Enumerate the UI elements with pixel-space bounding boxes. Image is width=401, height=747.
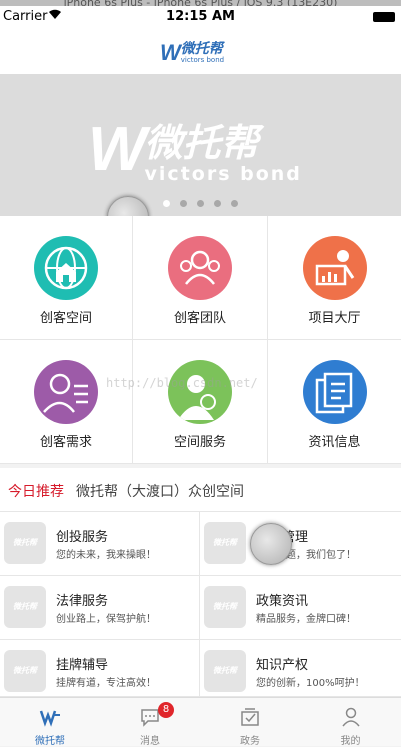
grid-item-project-hall[interactable]: 项目大厅	[268, 216, 401, 340]
service-name: 政策资讯	[256, 594, 309, 609]
tab-messages[interactable]: 8 消息	[100, 698, 200, 747]
app-logo: W 微托帮 victors bond	[160, 40, 224, 66]
service-desc: 您的未来，我来操眼！	[56, 550, 156, 561]
page-dot[interactable]	[163, 200, 170, 207]
grid-item-maker-team[interactable]: 创客团队	[133, 216, 268, 340]
nav-bar: W 微托帮 victors bond	[0, 28, 401, 74]
service-desc: 您的创新，100%呵护！	[256, 678, 365, 689]
service-desc: 挂牌有道，专注高效！	[56, 678, 156, 689]
service-item[interactable]: 微托帮 挂牌辅导 挂牌有道，专注高效！	[0, 640, 200, 697]
page-dot[interactable]	[180, 200, 187, 207]
message-badge: 8	[158, 702, 174, 718]
banner-w-mark: W	[88, 115, 146, 184]
logo-w-mark: W	[160, 40, 181, 65]
recommend-bar[interactable]: 今日推荐 微托帮（大渡口）众创空间	[0, 468, 401, 512]
grid-item-label: 项目大厅	[308, 311, 361, 326]
feature-grid: 创客空间 创客团队 项目大厅 创客需求 空间服务 资讯信息	[0, 216, 401, 464]
banner-logo: W 微托帮 victors bond	[88, 115, 302, 185]
service-item[interactable]: 微托帮 政策资讯 精品服务，金牌口碑！	[200, 576, 401, 640]
recommend-title: 微托帮（大渡口）众创空间	[76, 484, 244, 500]
grid-item-maker-needs[interactable]: 创客需求	[0, 340, 133, 464]
service-thumb: 微托帮	[204, 586, 246, 628]
grid-item-label: 空间服务	[173, 435, 226, 450]
page-dot[interactable]	[214, 200, 221, 207]
tab-bar: 微托帮 8 消息 政务 我的	[0, 697, 401, 747]
service-item[interactable]: 微托帮 知识产权 您的创新，100%呵护！	[200, 640, 401, 697]
home-logo-icon	[39, 706, 61, 728]
service-item[interactable]: 微托帮 创投服务 您的未来，我来操眼！	[0, 512, 200, 576]
service-thumb: 微托帮	[204, 650, 246, 692]
grid-item-label: 创客需求	[39, 435, 92, 450]
government-icon	[239, 706, 261, 728]
tab-profile[interactable]: 我的	[300, 698, 401, 747]
status-bar: Carrier 12:15 AM	[0, 6, 401, 28]
team-icon	[168, 236, 232, 300]
service-name: 挂牌辅导	[56, 658, 109, 673]
banner-title: 微托帮	[144, 121, 259, 165]
logo-cn: 微托帮	[180, 41, 223, 57]
page-indicator[interactable]	[0, 192, 401, 211]
user-list-icon	[34, 360, 98, 424]
service-thumb: 微托帮	[4, 586, 46, 628]
watermark: http://blog.csdn.net/	[106, 376, 258, 390]
banner-carousel[interactable]: W 微托帮 victors bond	[0, 74, 401, 216]
battery-icon	[373, 12, 395, 22]
service-person-icon	[168, 360, 232, 424]
service-desc: 创业路上，保驾护航！	[56, 614, 156, 625]
recommend-tag: 今日推荐	[8, 484, 64, 500]
presentation-icon	[302, 236, 367, 300]
tab-home[interactable]: 微托帮	[0, 698, 100, 747]
service-name: 知识产权	[256, 658, 309, 673]
status-time: 12:15 AM	[166, 9, 235, 24]
service-name: 创投服务	[56, 530, 109, 545]
service-item[interactable]: 微托帮 法律服务 创业路上，保驾护航！	[0, 576, 200, 640]
grid-item-label: 创客空间	[39, 311, 92, 326]
tab-government[interactable]: 政务	[200, 698, 300, 747]
globe-house-icon	[34, 236, 98, 300]
service-item[interactable]: 微托帮 融资管理 资金难题，我们包了！	[200, 512, 401, 576]
grid-item-label: 资讯信息	[308, 435, 361, 450]
page-dot[interactable]	[231, 200, 238, 207]
grid-item-label: 创客团队	[173, 311, 226, 326]
banner-subtitle: victors bond	[144, 163, 302, 185]
service-name: 法律服务	[56, 594, 109, 609]
grid-item-space-service[interactable]: 空间服务	[133, 340, 268, 464]
profile-icon	[340, 706, 362, 728]
service-desc: 精品服务，金牌口碑！	[256, 614, 356, 625]
grid-item-maker-space[interactable]: 创客空间	[0, 216, 133, 340]
assistive-touch-button[interactable]	[250, 523, 292, 565]
service-thumb: 微托帮	[4, 522, 46, 564]
logo-en: victors bond	[180, 56, 225, 64]
page-dot[interactable]	[197, 200, 204, 207]
service-thumb: 微托帮	[204, 522, 246, 564]
grid-item-news[interactable]: 资讯信息	[268, 340, 401, 464]
document-icon	[302, 360, 367, 424]
service-thumb: 微托帮	[4, 650, 46, 692]
